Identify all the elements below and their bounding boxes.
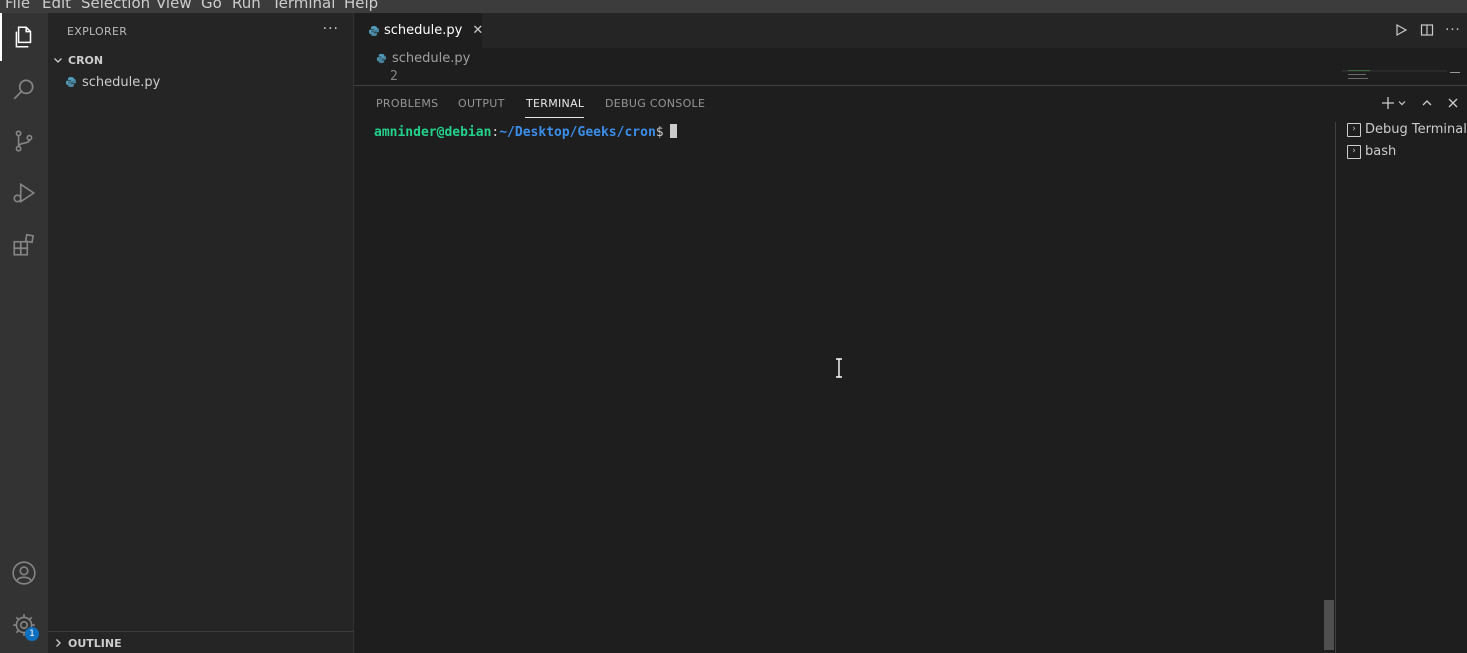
chevron-up-icon (1422, 100, 1432, 106)
source-control-button[interactable] (0, 117, 48, 165)
prompt-user: amninder@debian (374, 125, 492, 140)
minimap (1342, 70, 1460, 79)
terminal-panel: PROBLEMS OUTPUT TERMINAL DEBUG CONSOLE a… (354, 85, 1467, 653)
menu-selection[interactable]: Selection (81, 0, 150, 12)
file-schedule-py[interactable]: schedule.py (48, 71, 354, 93)
ibeam-cursor-icon (836, 358, 842, 378)
editor-more-button[interactable]: ··· (1445, 21, 1461, 39)
panel-actions (1381, 94, 1459, 112)
extensions-icon (13, 233, 35, 256)
menu-bar: File Edit Selection View Go Run Terminal… (0, 0, 1467, 13)
tab-schedule-py[interactable]: schedule.py ✕ (354, 13, 483, 48)
terminal-icon: › (1347, 144, 1361, 159)
menu-run[interactable]: Run (232, 0, 261, 12)
terminal-prompt[interactable]: amninder@debian:~/Desktop/Geeks/cron$ (374, 124, 677, 140)
run-debug-button[interactable] (0, 169, 48, 217)
terminal-item-bash[interactable]: › bash (1347, 144, 1396, 159)
terminal-item-label: bash (1365, 144, 1397, 159)
breadcrumb-file[interactable]: schedule.py (392, 51, 470, 66)
tab-problems[interactable]: PROBLEMS (376, 97, 438, 110)
editor-tabs: schedule.py ✕ (354, 13, 1467, 48)
active-tab-indicator (525, 117, 584, 118)
tab-terminal[interactable]: TERMINAL (526, 97, 584, 110)
outline-label: OUTLINE (68, 636, 122, 650)
breadcrumb: schedule.py (374, 51, 470, 66)
prompt-path: ~/Desktop/Geeks/cron (499, 125, 656, 140)
editor-area: schedule.py ✕ ··· schedule.py 2 (354, 13, 1467, 85)
maximize-panel-button[interactable] (1421, 94, 1433, 112)
account-icon (12, 561, 36, 585)
settings-button[interactable]: 1 (0, 601, 48, 649)
terminal-list: › Debug Terminal › bash (1335, 122, 1467, 653)
folder-cron[interactable]: CRON (48, 49, 354, 71)
terminal-scrollbar[interactable] (1324, 600, 1334, 650)
python-file-icon (368, 24, 380, 38)
explorer-button[interactable] (0, 13, 48, 61)
close-icon[interactable]: ✕ (472, 23, 483, 38)
close-panel-button[interactable] (1447, 94, 1459, 112)
terminal-item-label: Debug Terminal (1365, 122, 1467, 137)
menu-help[interactable]: Help (344, 0, 378, 12)
settings-badge: 1 (25, 627, 39, 641)
search-button[interactable] (0, 65, 48, 113)
tab-label: schedule.py (384, 23, 463, 38)
menu-terminal[interactable]: Terminal (272, 0, 335, 12)
run-file-button[interactable] (1393, 21, 1409, 39)
menu-file[interactable]: File (5, 0, 30, 12)
python-file-icon (374, 52, 388, 66)
more-actions-button[interactable]: ··· (323, 21, 339, 37)
new-terminal-button[interactable] (1381, 94, 1407, 112)
tab-debug-console[interactable]: DEBUG CONSOLE (605, 97, 705, 110)
python-file-icon (64, 75, 78, 89)
extensions-button[interactable] (0, 221, 48, 269)
outline-header[interactable]: OUTLINE (48, 632, 354, 653)
account-button[interactable] (0, 549, 48, 597)
menu-edit[interactable]: Edit (42, 0, 71, 12)
line-number: 2 (390, 69, 398, 84)
split-editor-icon (1420, 24, 1434, 36)
plus-icon (1382, 97, 1394, 109)
menu-go[interactable]: Go (201, 0, 222, 12)
explorer-sidebar: EXPLORER ··· CRON schedule.py OUTLINE (48, 13, 354, 653)
folder-name: CRON (68, 53, 104, 67)
close-icon (1448, 98, 1458, 108)
prompt-symbol: $ (655, 125, 664, 140)
file-name: schedule.py (82, 74, 161, 90)
outline-section[interactable]: OUTLINE (48, 631, 354, 653)
editor-actions: ··· (1393, 21, 1461, 39)
chevron-right-icon (48, 638, 68, 648)
run-debug-icon (13, 182, 36, 204)
menu-view[interactable]: View (156, 0, 192, 12)
sidebar-title: EXPLORER (67, 25, 128, 38)
source-control-icon (15, 130, 33, 152)
chevron-down-icon (1398, 101, 1406, 106)
terminal-cursor (669, 124, 677, 138)
play-icon (1396, 23, 1408, 37)
terminal-icon: › (1347, 122, 1361, 137)
chevron-down-icon (48, 55, 68, 65)
tab-output[interactable]: OUTPUT (458, 97, 505, 110)
search-icon (13, 79, 34, 100)
split-editor-button[interactable] (1419, 21, 1435, 39)
activity-bar: 1 (0, 13, 48, 653)
explorer-icon (15, 26, 32, 48)
terminal-item-debug[interactable]: › Debug Terminal (1347, 122, 1467, 137)
